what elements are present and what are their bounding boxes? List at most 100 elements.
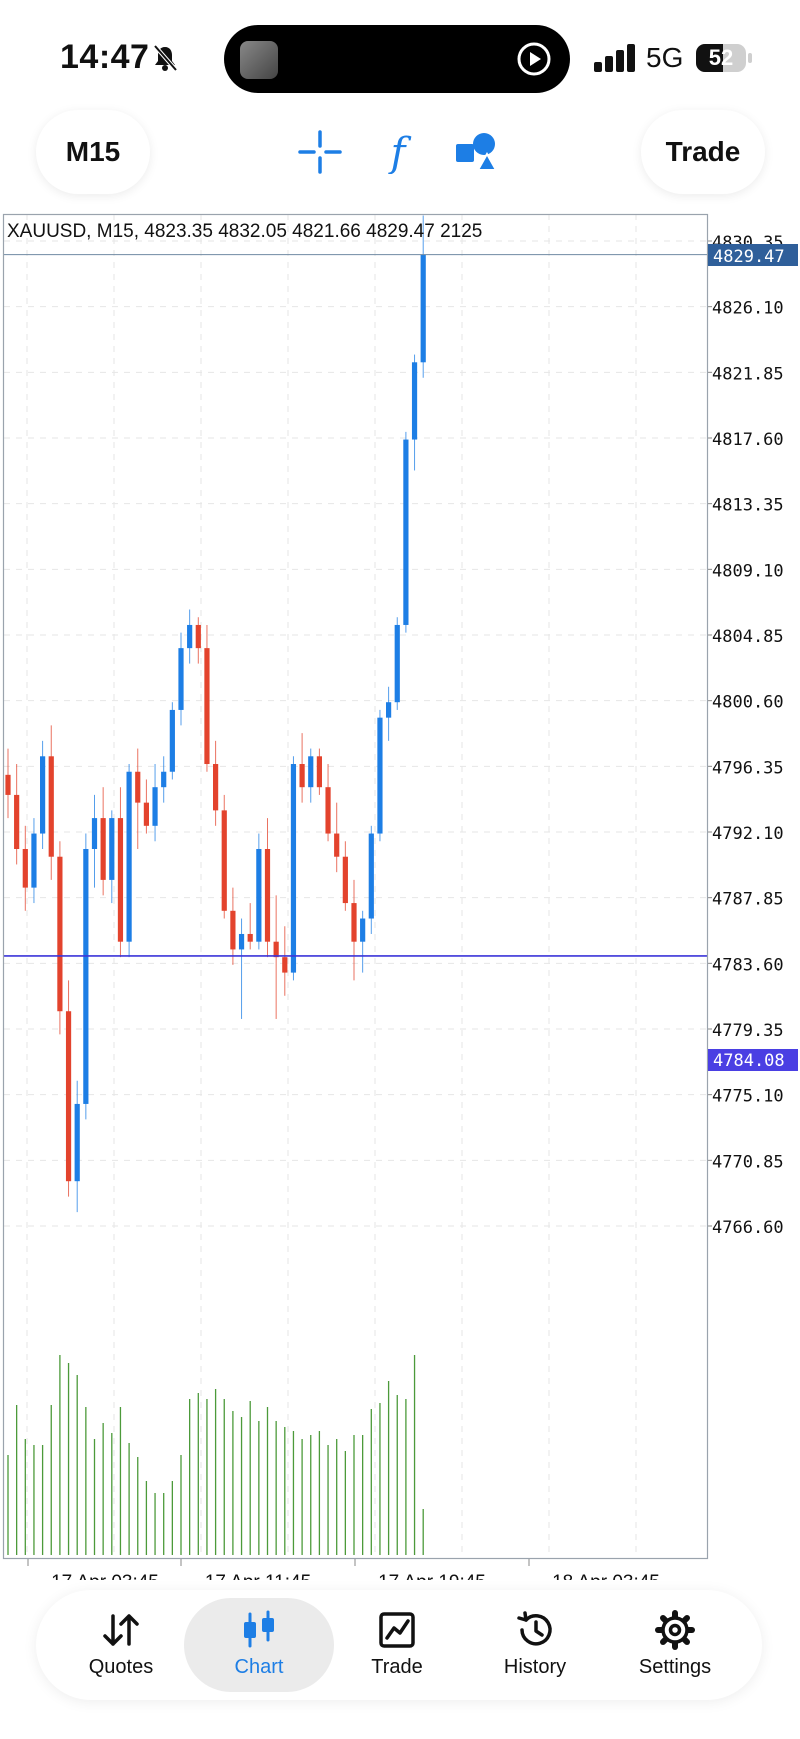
candle-body bbox=[420, 254, 426, 363]
y-tick-label: 4821.85 bbox=[712, 364, 784, 384]
clock-time: 14:47 bbox=[60, 38, 150, 76]
candle bbox=[308, 748, 314, 803]
candle bbox=[411, 354, 418, 471]
candle-body bbox=[334, 833, 340, 857]
candle bbox=[238, 918, 245, 1019]
candle bbox=[143, 779, 149, 834]
x-tick-label: 18 Apr 03:45 bbox=[552, 1572, 660, 1580]
candle-body bbox=[282, 957, 288, 973]
price-chart[interactable]: 4830.35 4826.10 4821.85 4817.60 4813.35 4809.… bbox=[0, 210, 800, 1580]
y-tick-label: 4817.60 bbox=[712, 430, 784, 450]
y-tick-label: 4826.10 bbox=[712, 299, 784, 319]
candle-body bbox=[308, 756, 314, 788]
candle bbox=[386, 686, 392, 741]
x-tick-label: 17 Apr 03:45 bbox=[51, 1572, 159, 1580]
candle-body bbox=[290, 764, 297, 973]
function-icon[interactable]: f bbox=[376, 130, 420, 174]
play-circle-icon[interactable] bbox=[516, 41, 552, 77]
candle bbox=[221, 794, 227, 919]
chart-grid bbox=[4, 214, 707, 1558]
chart-frame bbox=[2, 213, 709, 1560]
status-bar: 14:47 5G 52 bbox=[0, 0, 800, 110]
y-tick-label: 4813.35 bbox=[712, 496, 784, 516]
candle-body bbox=[230, 910, 236, 950]
y-tick-label: 4796.35 bbox=[712, 758, 784, 778]
candle-body bbox=[299, 764, 305, 788]
candle-body bbox=[325, 787, 331, 834]
candle-body bbox=[386, 702, 392, 718]
candle bbox=[40, 740, 46, 849]
nav-history-label: History bbox=[503, 1656, 567, 1678]
candle bbox=[230, 887, 236, 965]
trade-chart-icon bbox=[379, 1612, 415, 1648]
y-tick-label: 4792.10 bbox=[712, 824, 784, 844]
candle-body bbox=[126, 771, 132, 942]
candle-body bbox=[65, 1011, 72, 1182]
y-tick-label: 4770.85 bbox=[712, 1152, 784, 1172]
line-price-tag: 4784.08 bbox=[708, 1049, 798, 1071]
candle bbox=[74, 1080, 80, 1213]
candle bbox=[152, 764, 158, 842]
candle bbox=[290, 756, 297, 981]
candle-body bbox=[161, 771, 167, 788]
candle bbox=[256, 833, 262, 950]
candle-body bbox=[83, 848, 89, 1104]
bottom-navigation: Quotes Chart Trade History Settings bbox=[36, 1590, 762, 1700]
svg-text:f: f bbox=[388, 130, 412, 174]
nav-trade[interactable]: Trade bbox=[322, 1598, 472, 1692]
y-tick-label: 4779.35 bbox=[712, 1021, 784, 1041]
candle bbox=[204, 624, 210, 772]
candle bbox=[5, 748, 11, 819]
candle bbox=[57, 841, 63, 1035]
gear-icon bbox=[655, 1610, 695, 1650]
y-tick-label: 4809.10 bbox=[712, 561, 784, 581]
candle bbox=[14, 764, 20, 865]
candle bbox=[117, 787, 124, 958]
candle-body bbox=[109, 818, 115, 880]
y-tick-label: 4766.60 bbox=[712, 1218, 784, 1238]
candlestick-chart[interactable]: 4830.354826.104821.854817.604813.354809.… bbox=[0, 210, 800, 1580]
candle-body bbox=[169, 709, 175, 772]
battery-icon: 52 bbox=[696, 44, 752, 72]
candle-body bbox=[238, 933, 245, 950]
shapes-icon[interactable] bbox=[454, 130, 498, 174]
nav-settings[interactable]: Settings bbox=[600, 1598, 750, 1692]
trade-button[interactable]: Trade bbox=[641, 110, 765, 194]
candle bbox=[195, 617, 201, 664]
nav-quotes[interactable]: Quotes bbox=[46, 1598, 196, 1692]
candle-body bbox=[22, 848, 28, 888]
candle bbox=[299, 733, 305, 803]
candle-body bbox=[394, 624, 400, 703]
history-icon bbox=[517, 1611, 552, 1646]
y-tick-label: 4783.60 bbox=[712, 955, 784, 975]
candle bbox=[334, 802, 340, 873]
x-tick-label: 17 Apr 19:45 bbox=[378, 1572, 486, 1580]
candle bbox=[316, 748, 322, 795]
nav-history[interactable]: History bbox=[460, 1598, 610, 1692]
candle-body bbox=[152, 787, 158, 826]
candle-body bbox=[187, 624, 193, 649]
y-tick-label: 4787.85 bbox=[712, 890, 784, 910]
candle bbox=[247, 903, 253, 950]
y-tick-label: 4804.85 bbox=[712, 627, 784, 647]
candle bbox=[178, 632, 184, 726]
candle bbox=[83, 833, 89, 1120]
candle-body bbox=[411, 362, 418, 440]
candle-body bbox=[14, 794, 20, 849]
crosshair-icon[interactable] bbox=[298, 130, 342, 174]
candle-body bbox=[100, 818, 106, 880]
candle bbox=[273, 895, 279, 1019]
dynamic-island[interactable] bbox=[224, 25, 570, 93]
candle-body bbox=[360, 918, 366, 942]
nav-chart[interactable]: Chart bbox=[184, 1598, 334, 1692]
bell-slash-icon bbox=[153, 44, 178, 72]
candle bbox=[91, 794, 98, 888]
chart-header: XAUUSD, M15, 4823.35 4832.05 4821.66 482… bbox=[7, 221, 482, 242]
timeframe-button[interactable]: M15 bbox=[36, 110, 150, 194]
candle bbox=[342, 841, 348, 911]
candle bbox=[351, 879, 357, 981]
candle bbox=[126, 764, 132, 958]
nav-settings-label: Settings bbox=[638, 1656, 712, 1678]
candle-body bbox=[377, 717, 383, 834]
candle bbox=[100, 787, 106, 896]
